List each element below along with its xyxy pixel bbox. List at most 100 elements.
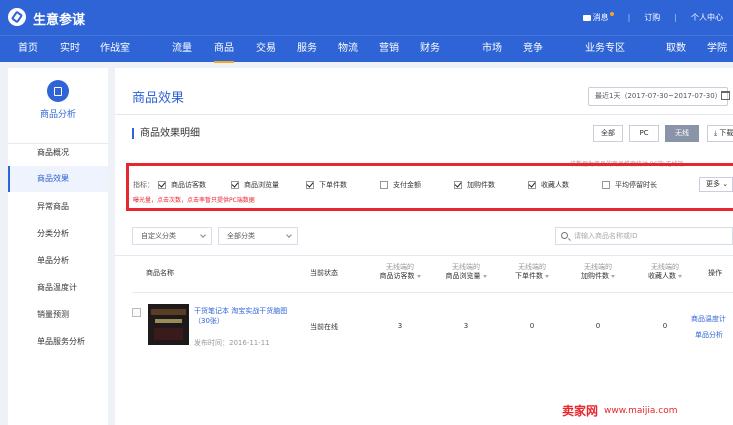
custom-category-select[interactable]: 自定义分类 — [132, 227, 212, 245]
product-name-link[interactable]: 干货笔记本 淘宝实战干货脑图（30张） — [194, 306, 294, 326]
message-icon — [582, 14, 591, 21]
col-name: 商品名称 — [146, 269, 174, 277]
status-cell: 当前在线 — [310, 323, 338, 331]
top-bar: 生意参谋 消息 | 订购 | 个人中心 — [0, 0, 733, 35]
sidebar-title: 商品分析 — [39, 110, 76, 120]
sidebar-item-overview[interactable]: 商品概况 — [8, 140, 108, 166]
sidebar-item-service[interactable]: 单品服务分析 — [8, 329, 108, 355]
messages-link[interactable]: 消息 — [582, 12, 614, 23]
subscribe-link[interactable]: 订购 — [644, 12, 660, 23]
search-input[interactable]: 请输入商品名称或ID — [555, 227, 733, 245]
logo-icon[interactable] — [8, 8, 26, 26]
sort-icon[interactable] — [611, 274, 615, 278]
table-header: 商品名称 当前状态 无线端的 商品访客数 无线端的 商品浏览量 无线端的 下单件数 无… — [132, 255, 733, 293]
nav-finance[interactable]: 财务 — [420, 36, 440, 63]
nav-logistics[interactable]: 物流 — [338, 36, 358, 63]
terminal-all[interactable]: 全部 — [593, 125, 623, 142]
col-status: 当前状态 — [310, 269, 338, 277]
nav-war-room[interactable]: 作战室 — [100, 36, 130, 63]
row-checkbox[interactable] — [132, 308, 141, 317]
brand-title[interactable]: 生意参谋 — [33, 9, 85, 28]
col-carts[interactable]: 无线端的 加购件数 — [570, 263, 626, 281]
checkbox-icon[interactable] — [158, 181, 166, 189]
nav-academy[interactable]: 学院 — [707, 36, 727, 63]
carts-cell: 0 — [595, 322, 601, 330]
bag-icon — [47, 80, 69, 102]
metric-avg-stay[interactable]: 平均停留时长 — [602, 180, 657, 190]
more-dropdown[interactable]: 更多 ⌄ — [699, 177, 733, 192]
sidebar-item-abnormal[interactable]: 异常商品 — [8, 194, 108, 220]
chevron-down-icon — [286, 232, 292, 238]
nav-competition[interactable]: 竞争 — [523, 36, 543, 63]
watermark: 卖家网 www.maijia.com — [562, 396, 733, 425]
sort-icon[interactable] — [416, 274, 421, 278]
thermometer-link[interactable]: 商品温度计 — [691, 314, 726, 324]
all-category-select[interactable]: 全部分类 — [218, 227, 298, 245]
orders-cell: 0 — [529, 322, 535, 330]
col-orders[interactable]: 无线端的 下单件数 — [504, 263, 560, 281]
calendar-icon[interactable] — [721, 91, 730, 100]
col-favorites[interactable]: 无线端的 收藏人数 — [637, 263, 693, 281]
col-ops: 操作 — [708, 269, 722, 277]
sidebar-item-effect[interactable]: 商品效果 — [8, 166, 108, 192]
checkbox-icon[interactable] — [454, 181, 462, 189]
download-button[interactable]: ⤓ 下载 — [707, 125, 733, 142]
indicator-label: 指标： — [133, 181, 154, 189]
sort-icon[interactable] — [678, 274, 682, 278]
chevron-down-icon — [200, 232, 206, 238]
main-nav: 首页 实时 作战室 流量 商品 交易 服务 物流 营销 财务 市场 竞争 业务专… — [0, 35, 733, 63]
metric-views[interactable]: 商品浏览量 — [231, 180, 279, 190]
top-right-links: 消息 | 订购 | 个人中心 — [582, 12, 723, 23]
sidebar-item-thermometer[interactable]: 商品温度计 — [8, 275, 108, 301]
nav-market[interactable]: 市场 — [482, 36, 502, 63]
sort-icon[interactable] — [482, 274, 487, 278]
nav-home[interactable]: 首页 — [18, 36, 38, 63]
nav-realtime[interactable]: 实时 — [60, 36, 80, 63]
checkbox-icon[interactable] — [231, 181, 239, 189]
terminal-wireless[interactable]: 无线 — [665, 125, 699, 142]
table-row: 干货笔记本 淘宝实战干货脑图（30张） 发布时间：2016-11-11 当前在线… — [132, 294, 733, 356]
section-title: 商品效果明细 — [132, 128, 200, 139]
nav-traffic[interactable]: 流量 — [172, 36, 192, 63]
metric-cart[interactable]: 加购件数 — [454, 180, 495, 190]
nav-trade[interactable]: 交易 — [256, 36, 276, 63]
page-title: 商品效果 — [132, 91, 185, 106]
nav-service[interactable]: 服务 — [297, 36, 317, 63]
col-views[interactable]: 无线端的 商品浏览量 — [436, 263, 496, 281]
checkbox-icon[interactable] — [380, 181, 388, 189]
chevron-down-icon: ⌄ — [722, 180, 729, 188]
nav-business-zone[interactable]: 业务专区 — [585, 36, 625, 63]
sidebar-item-category[interactable]: 分类分析 — [8, 221, 108, 247]
sidebar-header: 商品分析 — [8, 80, 108, 144]
user-center-link[interactable]: 个人中心 — [691, 12, 723, 23]
date-range-picker[interactable]: 最近1天（2017-07-30~2017-07-30） — [588, 87, 728, 106]
pc-only-warning: 曝光量，点击次数，点击率暂只提供PC端数据 — [133, 197, 255, 204]
sidebar: 商品分析 商品概况 商品效果 异常商品 分类分析 单品分析 商品温度计 销量预测… — [8, 68, 108, 425]
views-cell: 3 — [463, 322, 469, 330]
search-icon — [561, 232, 568, 239]
sidebar-item-single[interactable]: 单品分析 — [8, 248, 108, 274]
nav-fetch-data[interactable]: 取数 — [666, 36, 686, 63]
product-thumbnail[interactable] — [148, 304, 189, 345]
checkbox-icon[interactable] — [306, 181, 314, 189]
sidebar-item-forecast[interactable]: 销量预测 — [8, 302, 108, 328]
metric-visitors[interactable]: 商品访客数 — [158, 180, 206, 190]
col-visitors[interactable]: 无线端的 商品访客数 — [370, 263, 430, 281]
notification-dot — [609, 12, 614, 16]
visitors-cell: 3 — [397, 322, 403, 330]
main-panel: 商品效果 最近1天（2017-07-30~2017-07-30） 商品效果明细 … — [115, 68, 733, 425]
checkbox-icon[interactable] — [602, 181, 610, 189]
sort-icon[interactable] — [545, 274, 549, 278]
checkbox-icon[interactable] — [528, 181, 536, 189]
publish-time: 发布时间：2016-11-11 — [194, 339, 270, 347]
metric-favorites[interactable]: 收藏人数 — [528, 180, 569, 190]
terminal-pc[interactable]: PC — [629, 125, 659, 142]
favorites-cell: 0 — [662, 322, 668, 330]
nav-products[interactable]: 商品 — [214, 36, 234, 63]
watermark-url: www.maijia.com — [604, 405, 678, 416]
single-analysis-link[interactable]: 单品分析 — [695, 330, 723, 340]
metric-payment[interactable]: 支付金额 — [380, 180, 421, 190]
nav-marketing[interactable]: 营销 — [379, 36, 399, 63]
watermark-brand: 卖家网 — [562, 404, 599, 418]
metric-orders[interactable]: 下单件数 — [306, 180, 347, 190]
